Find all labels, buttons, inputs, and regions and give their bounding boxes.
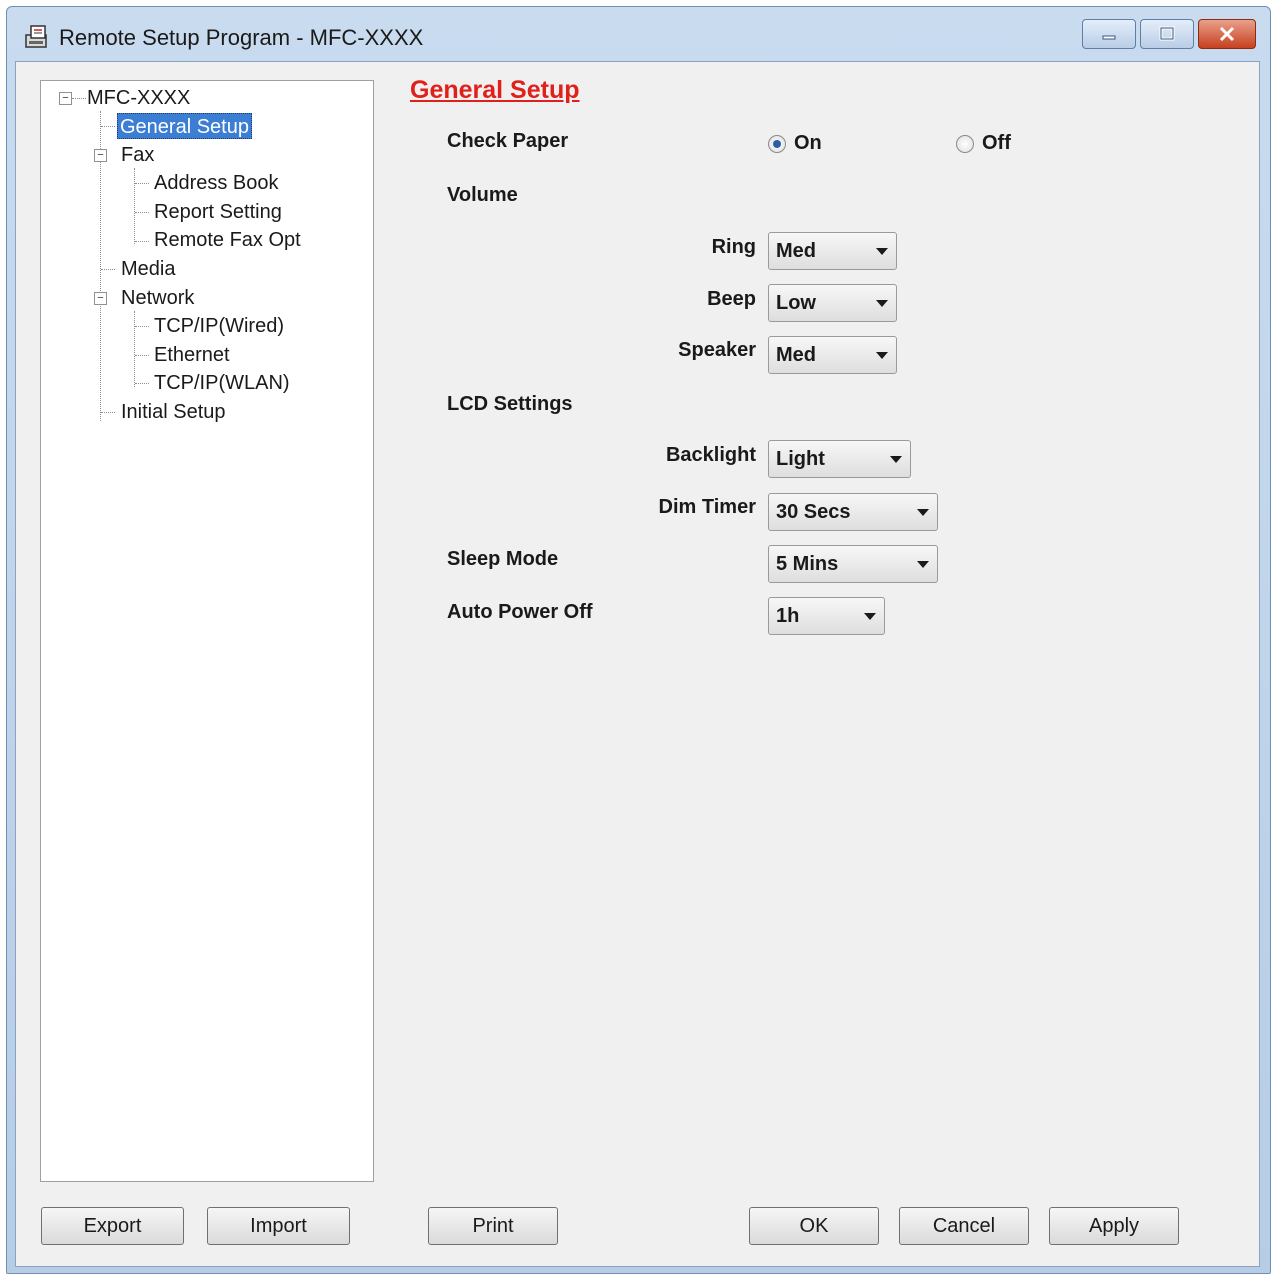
ring-volume-value: Med — [776, 240, 816, 262]
dim-timer-select[interactable]: 30 Secs — [768, 493, 938, 531]
tree-connector — [135, 183, 149, 184]
auto-power-off-value: 1h — [776, 605, 800, 627]
beep-volume-select[interactable]: Low — [768, 284, 897, 322]
speaker-volume-value: Med — [776, 344, 816, 366]
check-paper-label: Check Paper — [447, 130, 569, 152]
collapse-icon[interactable]: − — [94, 149, 107, 162]
radio-off[interactable] — [956, 134, 974, 153]
tree-item-tcpip-wlan[interactable]: TCP/IP(WLAN) — [152, 370, 292, 396]
radio-on-label: On — [794, 132, 822, 154]
check-paper-off-option[interactable]: Off — [956, 132, 1011, 155]
tree-connector — [135, 383, 149, 384]
minimize-icon — [1102, 35, 1116, 40]
speaker-volume-select[interactable]: Med — [768, 336, 897, 374]
remote-setup-window: Remote Setup Program - MFC-XXXX − MFC-XX… — [6, 6, 1271, 1274]
chevron-down-icon — [890, 456, 902, 463]
backlight-select[interactable]: Light — [768, 440, 911, 478]
window-title: Remote Setup Program - MFC-XXXX — [59, 25, 424, 50]
collapse-icon[interactable]: − — [59, 92, 72, 105]
cancel-button[interactable]: Cancel — [899, 1207, 1029, 1245]
tree-connector — [101, 126, 115, 127]
chevron-down-icon — [876, 248, 888, 255]
chevron-down-icon — [876, 352, 888, 359]
tree-connector — [135, 241, 149, 242]
dim-timer-label: Dim Timer — [658, 496, 756, 518]
auto-power-off-label: Auto Power Off — [447, 601, 593, 623]
printer-app-icon — [25, 25, 47, 48]
title-bar[interactable]: Remote Setup Program - MFC-XXXX — [7, 7, 1270, 61]
tree-connector — [72, 98, 86, 99]
radio-off-label: Off — [982, 132, 1011, 154]
tree-connector — [135, 212, 149, 213]
dim-timer-value: 30 Secs — [776, 501, 851, 523]
tree-item-media[interactable]: Media — [119, 256, 177, 282]
backlight-value: Light — [776, 448, 825, 470]
lcd-settings-label: LCD Settings — [447, 393, 573, 415]
minimize-button[interactable] — [1082, 19, 1136, 49]
sleep-mode-select[interactable]: 5 Mins — [768, 545, 938, 583]
dialog-client-area: − MFC-XXXX General Setup − Fax Address B… — [15, 61, 1260, 1267]
chevron-down-icon — [917, 509, 929, 516]
section-title: General Setup — [410, 76, 580, 104]
tree-connector — [135, 326, 149, 327]
tree-item-initial-setup[interactable]: Initial Setup — [119, 399, 228, 425]
maximize-icon — [1159, 26, 1175, 41]
settings-tree[interactable]: − MFC-XXXX General Setup − Fax Address B… — [40, 80, 374, 1182]
ring-label: Ring — [711, 236, 756, 258]
sleep-mode-value: 5 Mins — [776, 553, 839, 575]
tree-item-ethernet[interactable]: Ethernet — [152, 342, 232, 368]
apply-button[interactable]: Apply — [1049, 1207, 1179, 1245]
collapse-icon[interactable]: − — [94, 292, 107, 305]
backlight-label: Backlight — [665, 444, 756, 466]
speaker-label: Speaker — [678, 339, 756, 361]
tree-connector — [101, 412, 115, 413]
tree-item-network[interactable]: Network — [119, 285, 196, 311]
tree-root[interactable]: MFC-XXXX — [85, 85, 192, 111]
tree-item-fax[interactable]: Fax — [119, 142, 156, 168]
tree-connector — [101, 269, 115, 270]
auto-power-off-select[interactable]: 1h — [768, 597, 885, 635]
tree-item-address-book[interactable]: Address Book — [152, 170, 281, 196]
tree-item-general-setup[interactable]: General Setup — [117, 113, 252, 139]
beep-volume-value: Low — [776, 292, 816, 314]
tree-item-report-setting[interactable]: Report Setting — [152, 199, 284, 225]
tree-item-tcpip-wired[interactable]: TCP/IP(Wired) — [152, 313, 286, 339]
tree-connector — [134, 168, 135, 244]
export-button[interactable]: Export — [41, 1207, 184, 1245]
volume-label: Volume — [447, 184, 518, 206]
import-button[interactable]: Import — [207, 1207, 350, 1245]
beep-label: Beep — [707, 288, 756, 310]
print-button[interactable]: Print — [428, 1207, 558, 1245]
radio-on[interactable] — [768, 134, 786, 153]
tree-connector — [134, 311, 135, 387]
ok-button[interactable]: OK — [749, 1207, 879, 1245]
tree-connector — [135, 355, 149, 356]
check-paper-on-option[interactable]: On — [768, 132, 822, 155]
tree-item-remote-fax-opt[interactable]: Remote Fax Opt — [152, 227, 303, 253]
chevron-down-icon — [864, 613, 876, 620]
chevron-down-icon — [876, 300, 888, 307]
chevron-down-icon — [917, 561, 929, 568]
sleep-mode-label: Sleep Mode — [447, 548, 559, 570]
close-button[interactable] — [1198, 19, 1256, 49]
ring-volume-select[interactable]: Med — [768, 232, 897, 270]
close-icon — [1219, 26, 1235, 42]
maximize-button[interactable] — [1140, 19, 1194, 49]
